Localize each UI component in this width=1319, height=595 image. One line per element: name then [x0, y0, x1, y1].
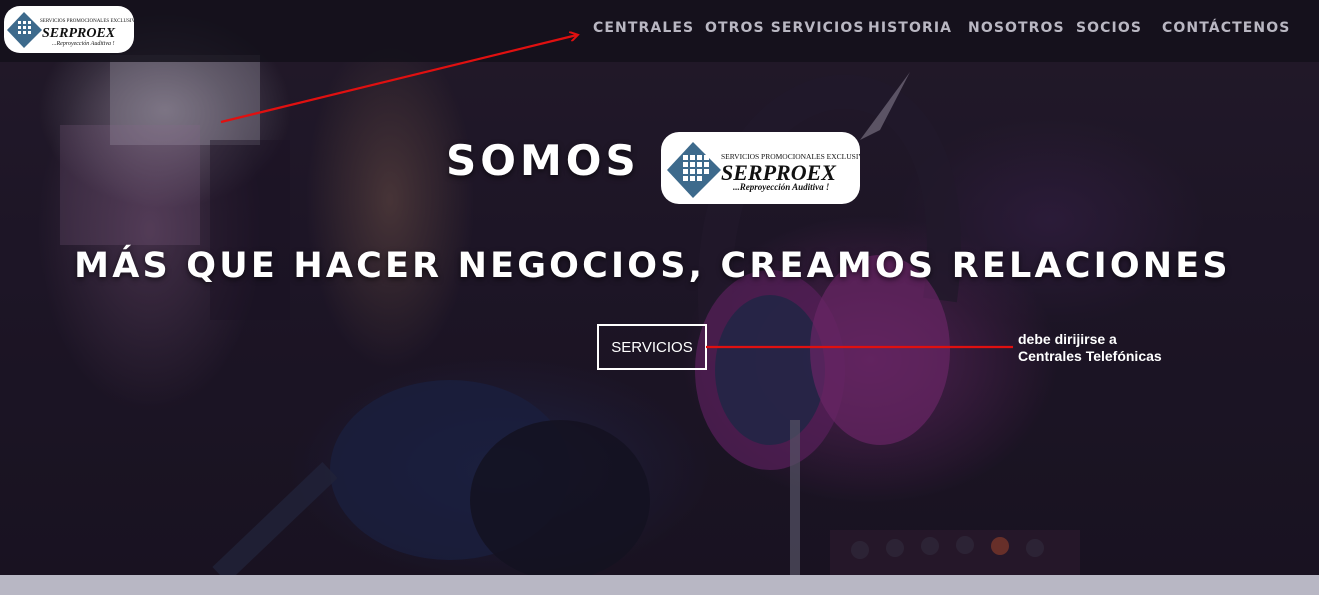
serproex-logo-icon: SERVICIOS PROMOCIONALES EXCLUSIVOS SERPR… — [7, 12, 134, 48]
servicios-button[interactable]: SERVICIOS — [597, 324, 707, 370]
nav-item-otros-servicios[interactable]: OTROS SERVICIOS — [705, 20, 865, 36]
serproex-logo-large-icon: SERVICIOS PROMOCIONALES EXCLUSIVOS SERPR… — [667, 142, 860, 198]
hero-logo: SERVICIOS PROMOCIONALES EXCLUSIVOS SERPR… — [661, 132, 860, 204]
hero-tagline: MÁS QUE HACER NEGOCIOS, CREAMOS RELACION… — [74, 246, 1231, 286]
hero-logo-slogan: ...Reproyección Auditiva ! — [733, 182, 829, 192]
nav-item-socios[interactable]: SOCIOS — [1076, 20, 1142, 36]
annotation-note-line2: Centrales Telefónicas — [1018, 348, 1162, 364]
logo-brand-name: SERPROEX — [42, 26, 116, 41]
nav-item-nosotros[interactable]: NOSOTROS — [968, 20, 1065, 36]
site-logo[interactable]: SERVICIOS PROMOCIONALES EXCLUSIVOS SERPR… — [4, 6, 134, 53]
bottom-section-edge — [0, 575, 1319, 595]
hero-overlay — [0, 0, 1319, 575]
logo-slogan: ...Reproyección Auditiva ! — [52, 41, 114, 47]
annotation-note: debe dirijirse a Centrales Telefónicas — [1018, 331, 1162, 365]
top-navbar: SERVICIOS PROMOCIONALES EXCLUSIVOS SERPR… — [0, 0, 1319, 62]
nav-item-historia[interactable]: HISTORIA — [868, 20, 952, 36]
logo-tagline-top: SERVICIOS PROMOCIONALES EXCLUSIVOS — [40, 19, 134, 24]
hero-somos-heading: SOMOS — [446, 136, 640, 185]
annotation-note-line1: debe dirijirse a — [1018, 331, 1117, 347]
hero-section — [0, 0, 1319, 575]
nav-item-contactenos[interactable]: CONTÁCTENOS — [1162, 20, 1290, 36]
nav-item-centrales[interactable]: CENTRALES — [593, 20, 694, 36]
